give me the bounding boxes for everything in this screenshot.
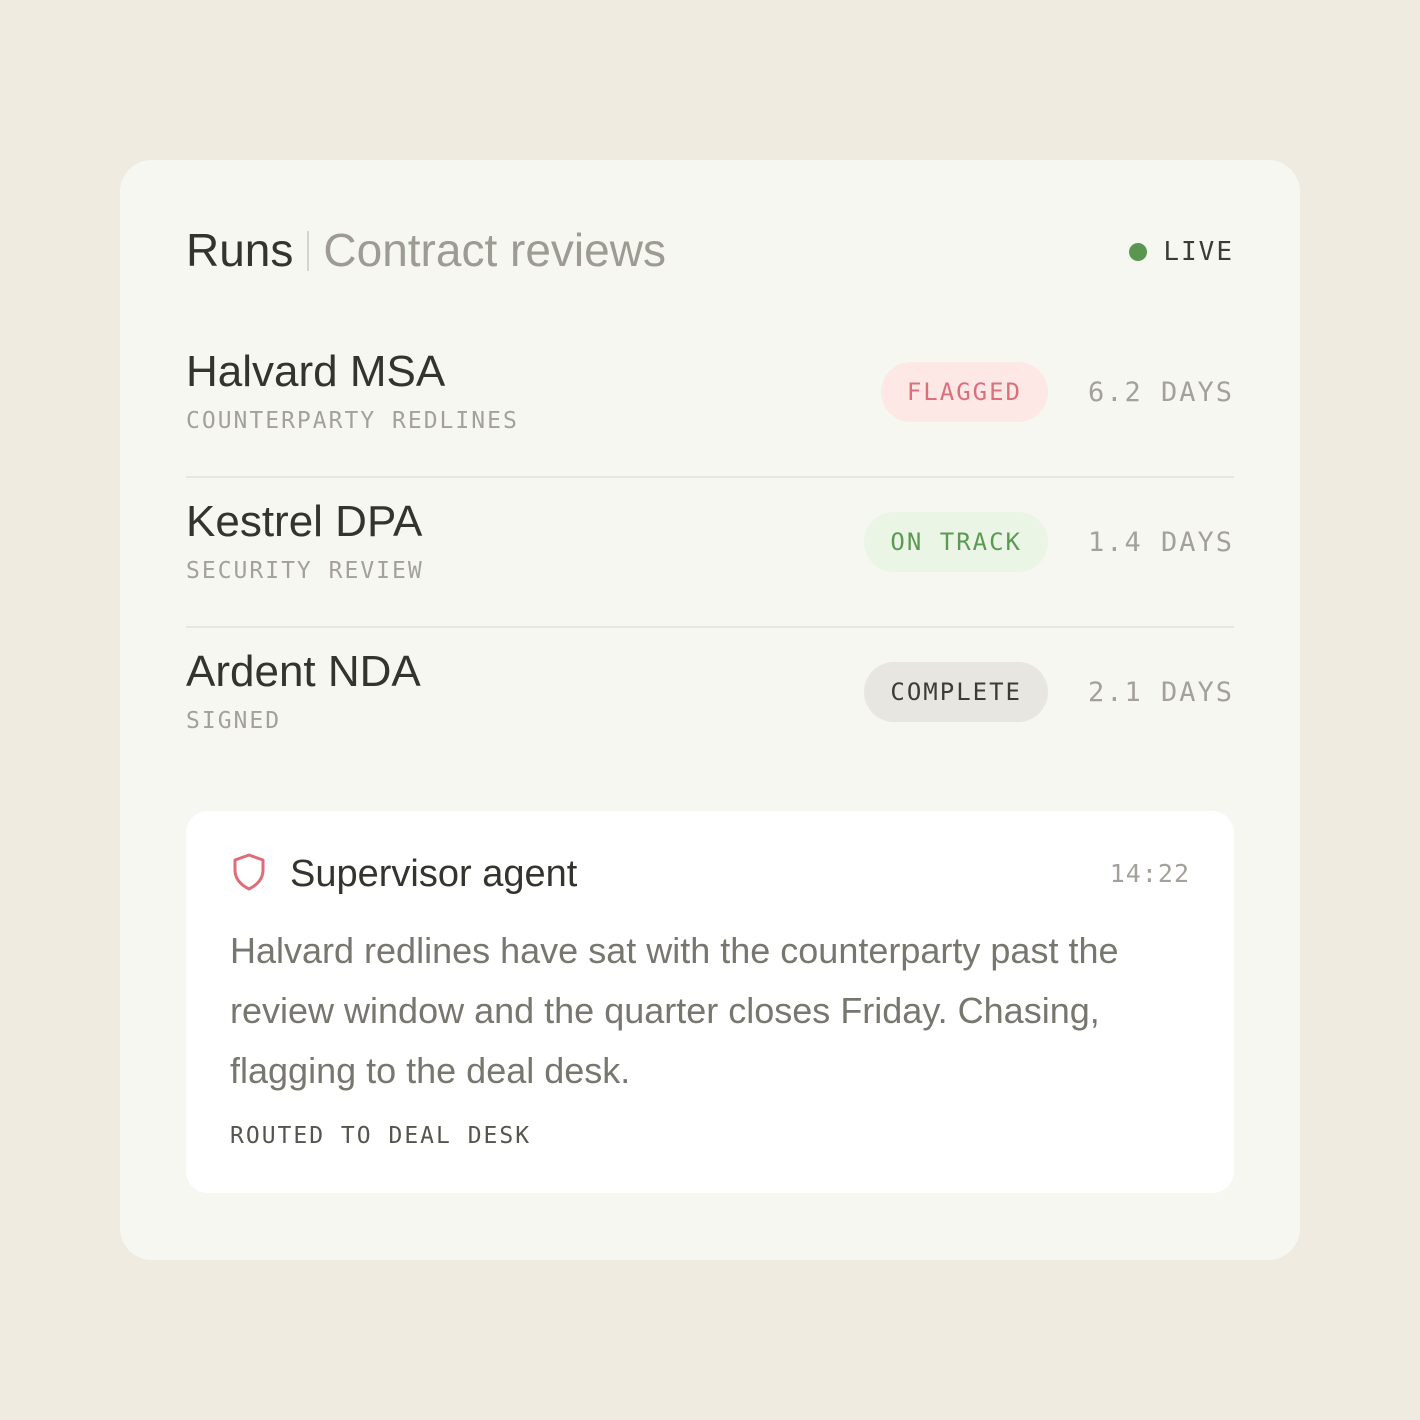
run-name: Ardent NDA [186,647,421,696]
run-row-halvard[interactable]: Halvard MSA COUNTERPARTY REDLINES FLAGGE… [186,328,1234,478]
runs-panel: Runs Contract reviews LIVE Halvard MSA CO… [120,160,1300,1260]
live-dot-icon [1129,243,1148,261]
run-detail: SECURITY REVIEW [186,558,424,584]
runs-list: Halvard MSA COUNTERPARTY REDLINES FLAGGE… [186,328,1234,778]
status-badge: ON TRACK [864,512,1048,572]
note-routing: ROUTED TO DEAL DESK [230,1123,532,1149]
title-main: Runs [186,224,294,276]
page-title: Runs Contract reviews [186,222,666,278]
run-duration: 6.2 DAYS [1087,376,1234,408]
run-row-kestrel[interactable]: Kestrel DPA SECURITY REVIEW ON TRACK 1.4… [186,478,1234,628]
note-header: Supervisor agent 14:22 [230,849,1190,899]
run-detail: COUNTERPARTY REDLINES [186,408,519,434]
title-divider [307,231,310,271]
note-message: Halvard redlines have sat with the count… [230,930,1119,1091]
run-row-ardent[interactable]: Ardent NDA SIGNED COMPLETE 2.1 DAYS [186,628,1234,778]
run-duration: 2.1 DAYS [1087,676,1234,708]
live-indicator: LIVE [1129,232,1234,272]
note-title: Supervisor agent [290,853,578,895]
supervisor-note: Supervisor agent 14:22 Halvard redlines … [186,811,1234,1193]
status-badge: COMPLETE [864,662,1048,722]
panel-header: Runs Contract reviews LIVE [186,222,1234,278]
run-duration: 1.4 DAYS [1087,526,1234,558]
shield-icon [233,853,265,891]
run-name: Kestrel DPA [186,497,423,546]
title-subtitle: Contract reviews [323,224,666,276]
status-badge: FLAGGED [880,362,1048,422]
run-name: Halvard MSA [186,347,446,396]
note-timestamp: 14:22 [1109,859,1190,888]
live-label: LIVE [1163,237,1234,267]
run-detail: SIGNED [186,708,282,734]
